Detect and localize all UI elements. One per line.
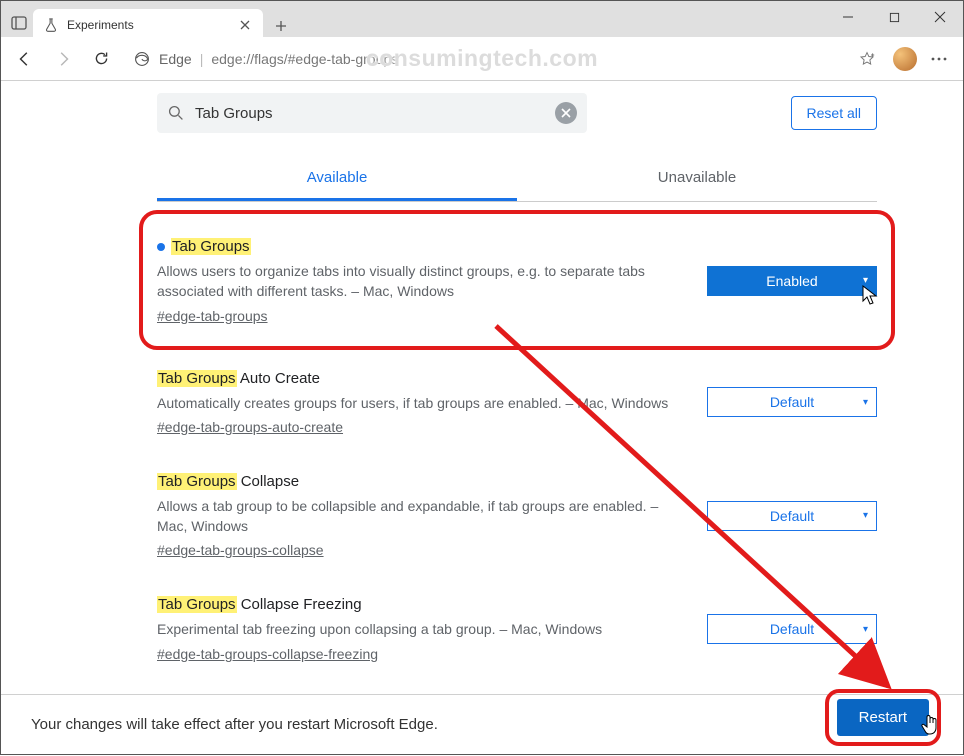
flag-select[interactable]: Default ▾ [707, 387, 877, 417]
tab-title: Experiments [67, 18, 229, 32]
maximize-button[interactable] [871, 1, 917, 33]
back-button[interactable] [9, 43, 41, 75]
flag-item: Tab Groups Collapse Freezing Experimenta… [157, 576, 877, 679]
more-menu-button[interactable] [923, 43, 955, 75]
chevron-down-icon: ▾ [863, 397, 868, 408]
flag-select[interactable]: Enabled ▾ [707, 266, 877, 296]
flag-description: Allows a tab group to be collapsible and… [157, 496, 687, 537]
flag-description: Allows users to organize tabs into visua… [157, 261, 687, 302]
search-icon [167, 104, 185, 122]
reset-all-button[interactable]: Reset all [791, 96, 877, 130]
chevron-down-icon: ▾ [863, 624, 868, 635]
new-tab-button[interactable] [267, 12, 295, 40]
flag-item: Tab Groups Allows users to organize tabs… [157, 218, 877, 342]
tab-available[interactable]: Available [157, 157, 517, 201]
flag-item: Tab Groups Auto Create Automatically cre… [157, 350, 877, 453]
flag-select[interactable]: Default ▾ [707, 614, 877, 644]
vertical-tabs-icon[interactable] [5, 9, 33, 37]
refresh-button[interactable] [85, 43, 117, 75]
profile-avatar[interactable] [893, 47, 917, 71]
flag-description: Experimental tab freezing upon collapsin… [157, 619, 687, 639]
chevron-down-icon: ▾ [863, 510, 868, 521]
content-scroll[interactable]: Reset all Available Unavailable Tab Grou… [1, 81, 963, 694]
flag-title: Tab Groups [157, 238, 687, 255]
flag-hash-link[interactable]: #edge-tab-groups-collapse-freezing [157, 646, 378, 662]
flag-title: Tab Groups Collapse Freezing [157, 596, 687, 613]
window-controls [825, 1, 963, 33]
address-url: edge://flags/#edge-tab-groups [211, 51, 398, 67]
flag-item: Tab Groups Collapse Allows a tab group t… [157, 453, 877, 577]
flask-icon [43, 17, 59, 33]
window-titlebar: Experiments [1, 1, 963, 37]
clear-search-icon[interactable] [555, 102, 577, 124]
edge-icon [133, 50, 151, 68]
flag-title: Tab Groups Auto Create [157, 370, 687, 387]
restart-button[interactable]: Restart [837, 699, 929, 736]
highlight-box-flag: Tab Groups Allows users to organize tabs… [139, 210, 895, 350]
flag-hash-link[interactable]: #edge-tab-groups-collapse [157, 542, 324, 558]
flag-title: Tab Groups Collapse [157, 473, 687, 490]
forward-button [47, 43, 79, 75]
browser-tab[interactable]: Experiments [33, 9, 263, 41]
browser-label: Edge [159, 51, 192, 67]
cursor-arrow-icon [862, 285, 878, 307]
flag-select[interactable]: Default ▾ [707, 501, 877, 531]
address-separator: | [200, 51, 204, 67]
search-input[interactable] [195, 105, 545, 122]
flags-search-box[interactable] [157, 93, 587, 133]
changed-dot-icon [157, 243, 165, 251]
flag-hash-link[interactable]: #edge-tab-groups [157, 308, 268, 324]
tab-unavailable[interactable]: Unavailable [517, 157, 877, 201]
tab-close-icon[interactable] [237, 17, 253, 33]
minimize-button[interactable] [825, 1, 871, 33]
address-bar[interactable]: Edge | edge://flags/#edge-tab-groups [123, 43, 887, 75]
highlight-box-restart: Restart [825, 689, 941, 746]
restart-footer: Your changes will take effect after you … [1, 694, 963, 754]
close-window-button[interactable] [917, 1, 963, 33]
flag-description: Automatically creates groups for users, … [157, 393, 687, 413]
flag-tabs: Available Unavailable [157, 157, 877, 202]
favorite-icon[interactable] [857, 49, 877, 69]
footer-text: Your changes will take effect after you … [31, 716, 438, 733]
browser-toolbar: Edge | edge://flags/#edge-tab-groups [1, 37, 963, 81]
flag-hash-link[interactable]: #edge-tab-groups-auto-create [157, 419, 343, 435]
chevron-down-icon: ▾ [863, 275, 868, 286]
